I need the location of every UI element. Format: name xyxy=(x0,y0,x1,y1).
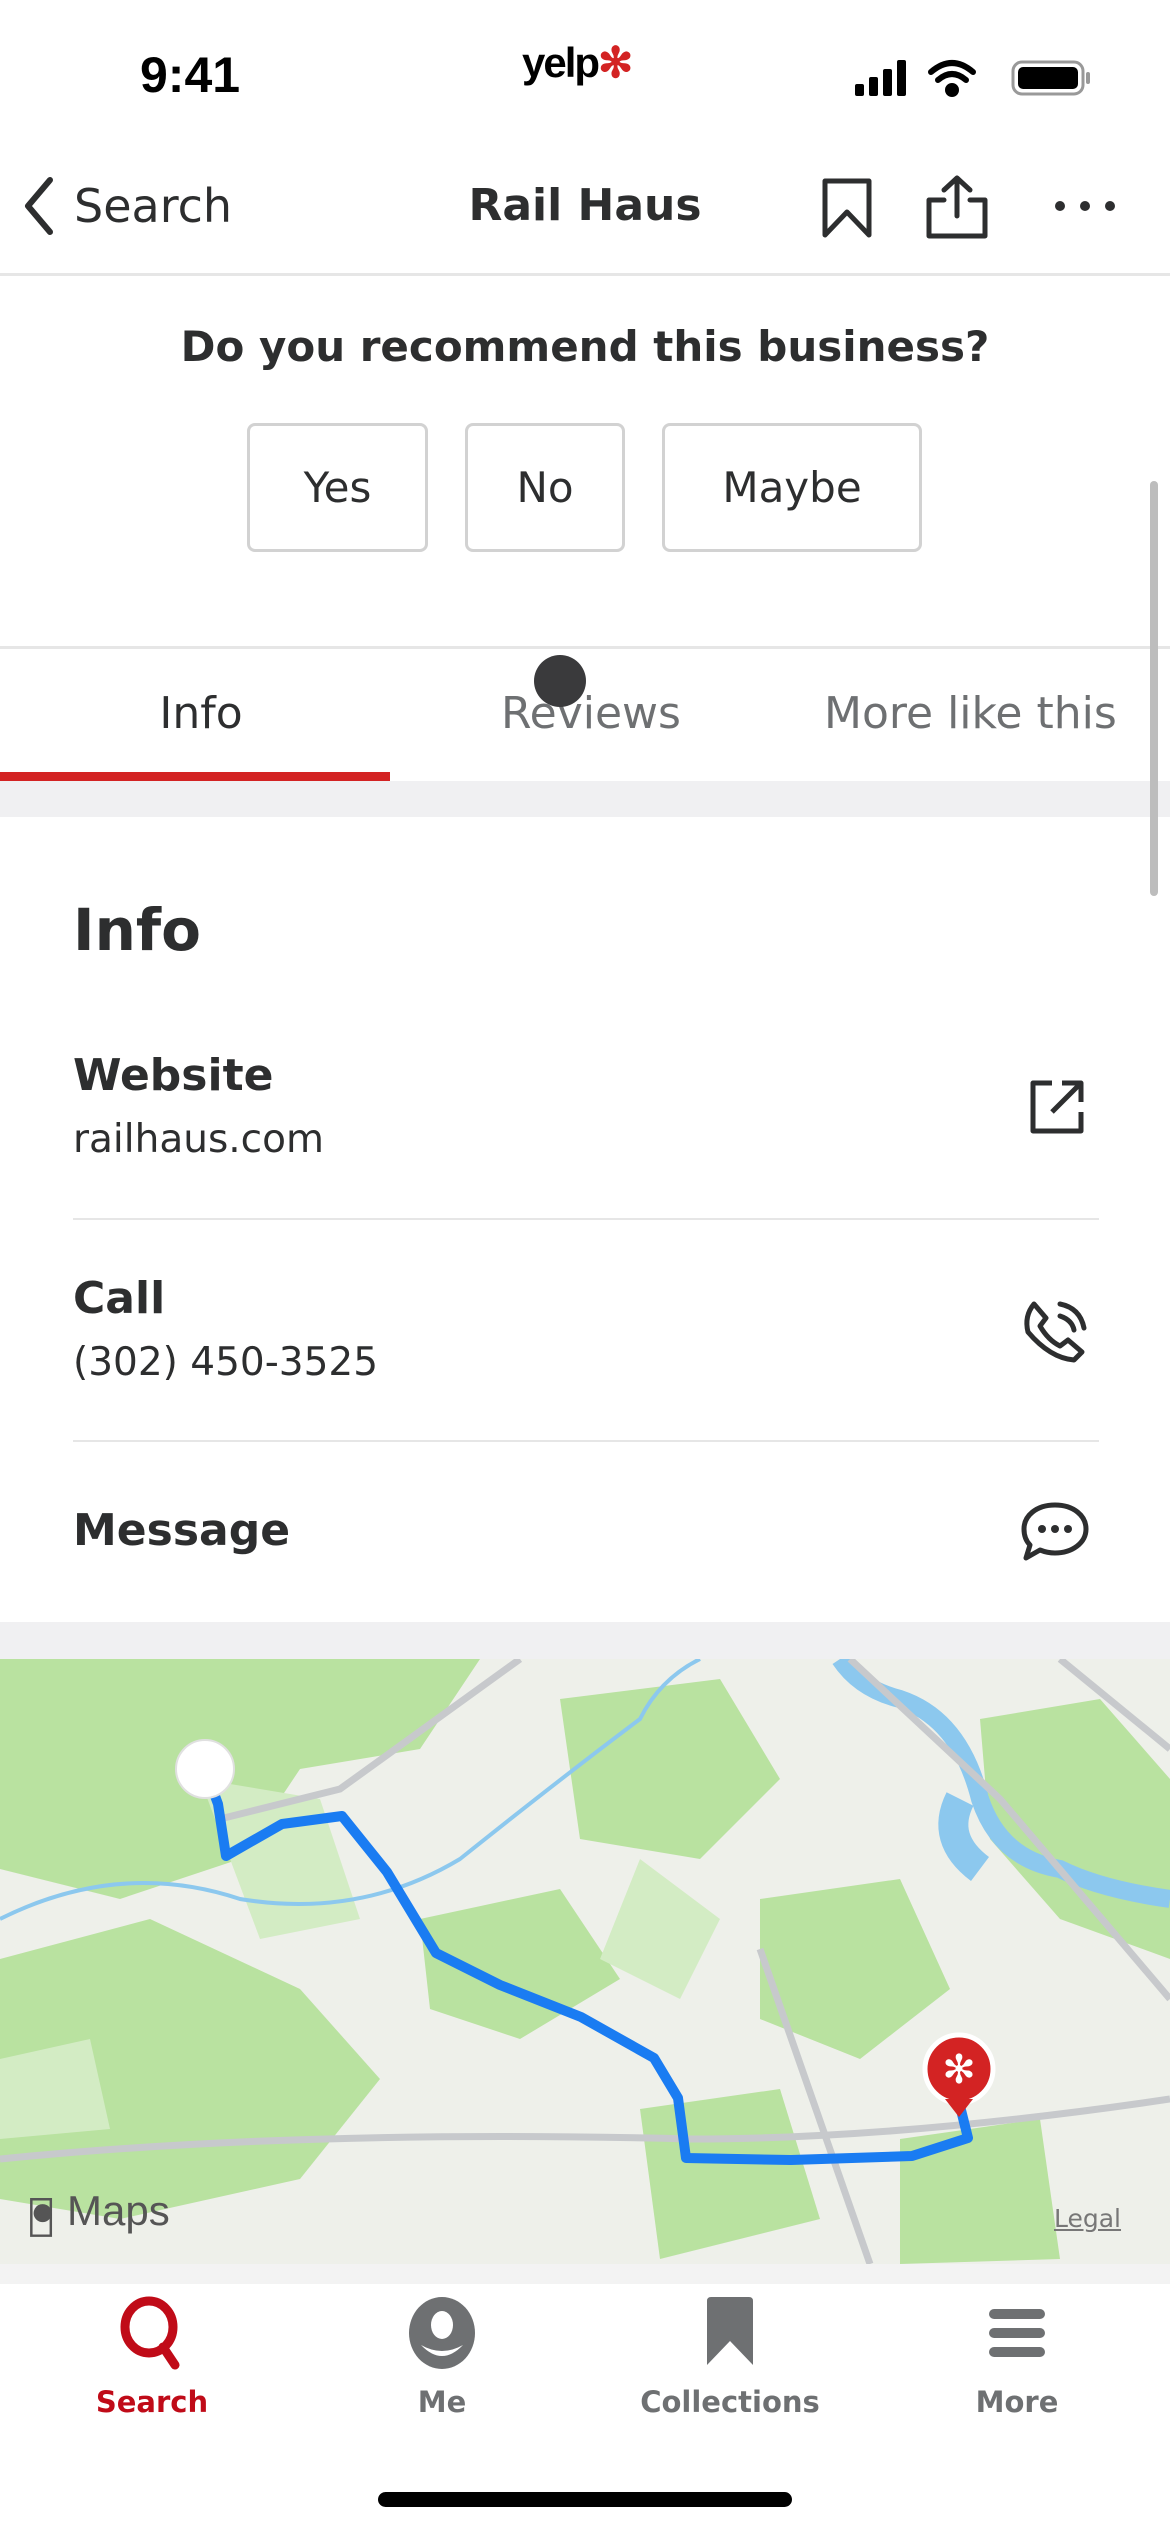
bookmark-filled-icon xyxy=(707,2297,753,2365)
scrollbar[interactable] xyxy=(1150,481,1158,896)
more-options-icon[interactable] xyxy=(1054,196,1116,216)
row-divider xyxy=(73,1218,1099,1220)
tabbar-search[interactable]: Search xyxy=(6,2295,298,2419)
info-heading: Info xyxy=(73,896,201,964)
bookmark-icon[interactable] xyxy=(820,176,874,240)
tabbar-more[interactable]: More xyxy=(871,2295,1163,2419)
map-view[interactable]: ✻  xyxy=(0,1659,1170,2264)
signal-icon xyxy=(855,60,906,96)
status-icons xyxy=(855,60,1090,97)
tabs-divider xyxy=(0,646,1170,649)
profile-icon xyxy=(409,2297,475,2369)
call-label: Call xyxy=(73,1273,166,1324)
message-button[interactable]: Message xyxy=(73,1505,290,1556)
wifi-icon xyxy=(928,60,976,97)
tabbar-label: More xyxy=(975,2385,1059,2419)
tab-reviews[interactable]: Reviews xyxy=(396,688,786,739)
battery-icon xyxy=(1011,60,1090,96)
website-link[interactable]: railhaus.com xyxy=(73,1117,324,1162)
status-time: 9:41 xyxy=(140,47,241,103)
section-separator xyxy=(0,781,1170,817)
message-icon[interactable] xyxy=(1020,1500,1090,1564)
page-title: Rail Haus xyxy=(468,180,702,231)
recommend-question: Do you recommend this business? xyxy=(180,322,990,371)
website-label: Website xyxy=(73,1050,274,1101)
maybe-button[interactable]: Maybe xyxy=(662,423,922,552)
no-button[interactable]: No xyxy=(465,423,625,552)
tabbar-me[interactable]: Me xyxy=(296,2295,588,2419)
row-divider xyxy=(73,1440,1099,1442)
menu-icon xyxy=(989,2309,1045,2357)
phone-icon[interactable] xyxy=(1020,1298,1090,1364)
svg-text:✻: ✻ xyxy=(942,2047,976,2093)
phone-number[interactable]: (302) 450-3525 xyxy=(73,1340,378,1385)
tab-more-like-this[interactable]: More like this xyxy=(824,688,1170,739)
legal-link[interactable]: Legal xyxy=(1054,2204,1121,2233)
home-indicator xyxy=(378,2492,792,2507)
tab-info[interactable]: Info xyxy=(6,688,396,739)
start-location-marker xyxy=(175,1739,235,1799)
maps-attribution: ● Maps xyxy=(30,2187,170,2234)
external-link-icon[interactable] xyxy=(1028,1078,1086,1136)
share-icon[interactable] xyxy=(924,174,990,240)
tabbar-divider xyxy=(0,2264,1170,2284)
nav-divider xyxy=(0,273,1170,276)
section-separator xyxy=(0,1622,1170,1659)
tabbar-collections[interactable]: Collections xyxy=(584,2295,876,2419)
tabbar-label: Me xyxy=(417,2385,467,2419)
search-icon xyxy=(120,2296,180,2370)
yelp-logo: yelp✻ xyxy=(522,39,633,86)
touch-indicator xyxy=(534,655,586,707)
yes-button[interactable]: Yes xyxy=(247,423,428,552)
tabbar-label: Collections xyxy=(640,2385,820,2419)
tabbar-label: Search xyxy=(95,2385,209,2419)
